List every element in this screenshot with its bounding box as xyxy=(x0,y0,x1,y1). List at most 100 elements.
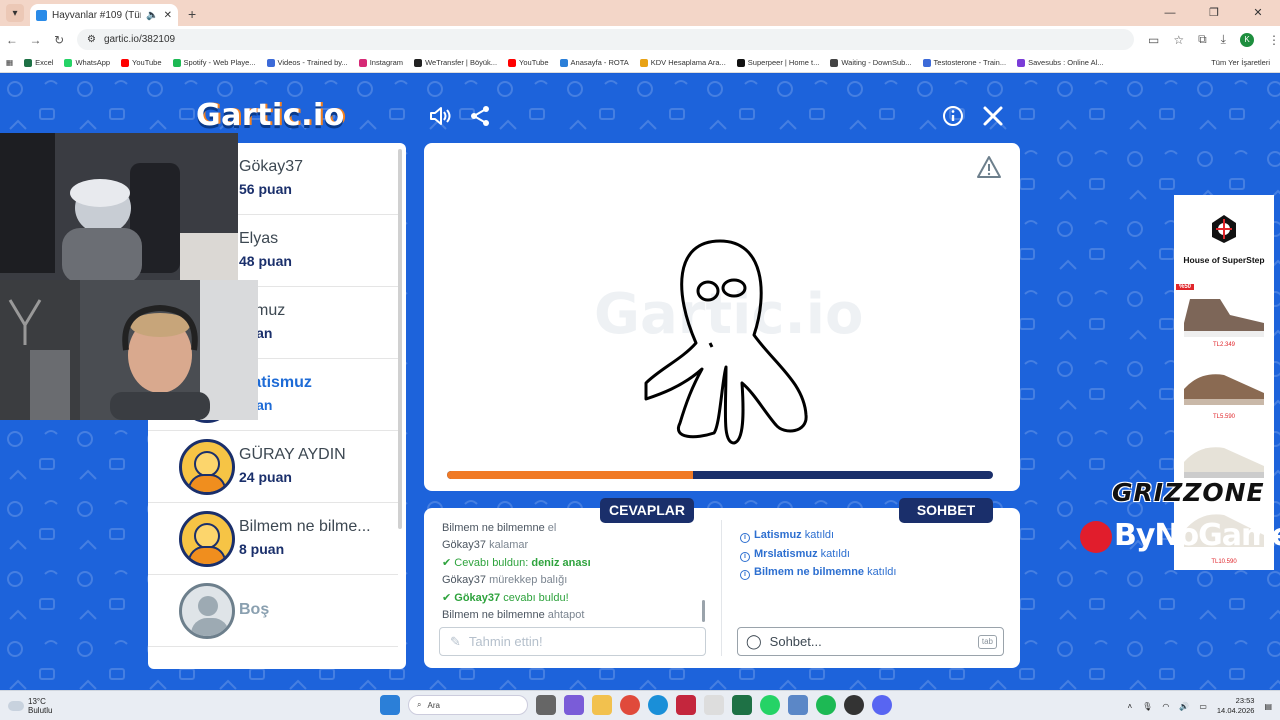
task-view-icon[interactable] xyxy=(536,695,556,715)
ad-banner[interactable]: House of SuperStep %50 TL2.349 TL5.590 T… xyxy=(1174,195,1274,570)
bookmark-item[interactable]: Videos - Trained by... xyxy=(266,58,348,67)
bookmark-item[interactable]: Superpeer | Home t... xyxy=(736,58,820,67)
back-icon[interactable]: ← xyxy=(0,33,24,47)
cast-icon[interactable]: ▭ xyxy=(1148,33,1159,47)
cloud-icon xyxy=(8,701,24,711)
file-explorer-icon[interactable] xyxy=(592,695,612,715)
tab-search-icon[interactable]: ▾ xyxy=(6,4,24,22)
download-icon[interactable]: ⤓ xyxy=(1221,32,1226,47)
ad-price-3: TL10.590 xyxy=(1211,559,1237,565)
battery-icon[interactable]: ▭ xyxy=(1199,702,1207,711)
bookmark-item[interactable]: Anasayfa - ROTA xyxy=(559,58,629,67)
player-row[interactable]: GÜRAY AYDIN 24 puan xyxy=(148,431,398,503)
weather-widget[interactable]: 13°C Bulutlu xyxy=(8,697,52,715)
app-icon[interactable] xyxy=(676,695,696,715)
spotify-icon[interactable] xyxy=(816,695,836,715)
menu-icon[interactable]: ⋮ xyxy=(1268,33,1280,47)
player-avatar xyxy=(179,583,235,639)
volume-icon[interactable] xyxy=(428,104,452,128)
extensions-icon[interactable]: ⧉ xyxy=(1198,32,1207,47)
bookmark-item[interactable]: KDV Hesaplama Ara... xyxy=(639,58,726,67)
report-warning-icon[interactable] xyxy=(976,155,1002,179)
bookmark-item[interactable]: Instagram xyxy=(358,58,403,67)
url-field[interactable]: ⚙ gartic.io/382109 xyxy=(76,29,1134,50)
webcam-person-image xyxy=(0,133,238,283)
info-icon: i xyxy=(740,570,750,580)
bookmark-item[interactable]: YouTube xyxy=(121,58,162,67)
star-icon[interactable]: ☆ xyxy=(1173,33,1184,47)
stream-overlay-brand: GRIZZONE xyxy=(1112,478,1265,507)
discord-icon[interactable] xyxy=(872,695,892,715)
share-icon[interactable] xyxy=(468,104,492,128)
taskbar-apps: ⌕ Ara xyxy=(380,695,892,715)
chat-text: katıldı xyxy=(804,529,835,541)
player-list-scrollbar[interactable] xyxy=(398,149,402,529)
apps-icon[interactable]: ▦ xyxy=(6,58,13,67)
player-points: 56 puan xyxy=(239,181,292,197)
minimize-icon[interactable]: — xyxy=(1148,0,1192,26)
check-icon: ✔ xyxy=(442,556,455,569)
taskbar-search[interactable]: ⌕ Ara xyxy=(408,695,528,715)
clock[interactable]: 23:53 14.04.2026 xyxy=(1217,696,1255,716)
whatsapp-icon[interactable] xyxy=(760,695,780,715)
start-icon[interactable] xyxy=(380,695,400,715)
bookmark-item[interactable]: Savesubs : Online Al... xyxy=(1017,58,1104,67)
bookmark-item[interactable]: Spotify - Web Playe... xyxy=(172,58,256,67)
canvas-drawing: Gartic.io xyxy=(594,239,863,445)
pencil-icon: ✎ xyxy=(450,633,461,649)
guess-input[interactable]: ✎ Tahmin ettin! xyxy=(439,627,706,656)
bookmark-label: Superpeer | Home t... xyxy=(747,58,820,67)
reload-icon[interactable]: ↻ xyxy=(47,33,71,47)
drawing-canvas[interactable]: Gartic.io xyxy=(424,143,1020,491)
mic-icon[interactable]: 🎙 xyxy=(1142,702,1152,711)
speaker-icon[interactable]: 🔊 xyxy=(1179,702,1189,711)
chat-text: katıldı xyxy=(820,547,850,560)
forward-icon[interactable]: → xyxy=(24,33,48,47)
profile-avatar[interactable]: K xyxy=(1239,32,1254,47)
close-window-icon[interactable]: ✕ xyxy=(1236,0,1280,26)
tab-chat[interactable]: SOHBET xyxy=(899,498,993,523)
tab-close-icon[interactable]: ✕ xyxy=(164,10,172,21)
os-taskbar: 13°C Bulutlu ⌕ Ara ˄ 🎙 ◠ 🔊 ▭ 23:53 14.04… xyxy=(0,690,1280,720)
bookmark-item[interactable]: YouTube xyxy=(508,58,549,67)
wifi-icon[interactable]: ◠ xyxy=(1162,702,1169,711)
player-row[interactable]: Bilmem ne bilme... 8 puan xyxy=(148,503,398,575)
bookmark-favicon-icon xyxy=(266,58,275,67)
bookmark-item[interactable]: Testosterone - Train... xyxy=(922,58,1006,67)
info-icon[interactable] xyxy=(941,104,965,128)
excel-icon[interactable] xyxy=(732,695,752,715)
info-icon: i xyxy=(740,551,750,562)
bookmark-item[interactable]: WhatsApp xyxy=(64,58,110,67)
ad-sale-badge: %50 xyxy=(1176,284,1195,290)
gartic-logo[interactable]: Gartic.io xyxy=(196,98,345,133)
bookmark-item[interactable]: Excel xyxy=(24,58,53,67)
tray-chevron-icon[interactable]: ˄ xyxy=(1128,702,1133,711)
player-row[interactable]: Boş xyxy=(148,575,398,647)
answer-user: Bilmem ne bilmemne xyxy=(442,609,545,622)
chrome-icon[interactable] xyxy=(620,695,640,715)
copilot-icon[interactable] xyxy=(564,695,584,715)
calculator-icon[interactable] xyxy=(704,695,724,715)
player-points: 48 puan xyxy=(239,253,292,269)
webcam-streamer-image xyxy=(0,280,258,420)
edge-icon[interactable] xyxy=(648,695,668,715)
answer-row: Gökay37 kalamar xyxy=(442,537,708,554)
bookmark-item[interactable]: WeTransfer | Böyük... xyxy=(414,58,497,67)
all-bookmarks-link[interactable]: Tüm Yer İşaretleri xyxy=(1211,58,1270,67)
close-icon[interactable] xyxy=(981,104,1005,128)
settings-icon[interactable] xyxy=(788,695,808,715)
bookmark-item[interactable]: Waiting - DownSub... xyxy=(830,58,912,67)
bookmark-label: YouTube xyxy=(519,58,549,67)
steam-icon[interactable] xyxy=(844,695,864,715)
site-info-icon[interactable]: ⚙ xyxy=(87,34,96,45)
maximize-icon[interactable]: ❐ xyxy=(1192,0,1236,26)
new-tab-button[interactable]: + xyxy=(188,6,196,22)
answers-scrollbar[interactable] xyxy=(702,600,705,622)
player-name: GÜRAY AYDIN xyxy=(239,446,346,463)
bookmark-label: KDV Hesaplama Ara... xyxy=(650,58,726,67)
notifications-icon[interactable]: ▤ xyxy=(1264,702,1272,711)
chat-input[interactable]: ◯ Sohbet... tab xyxy=(737,627,1004,656)
tab-audio-icon[interactable]: 🔈 xyxy=(146,10,158,21)
browser-tab[interactable]: Hayvanlar #109 (Türkçe) - G 🔈 ✕ xyxy=(30,4,178,26)
player-avatar xyxy=(179,439,235,495)
